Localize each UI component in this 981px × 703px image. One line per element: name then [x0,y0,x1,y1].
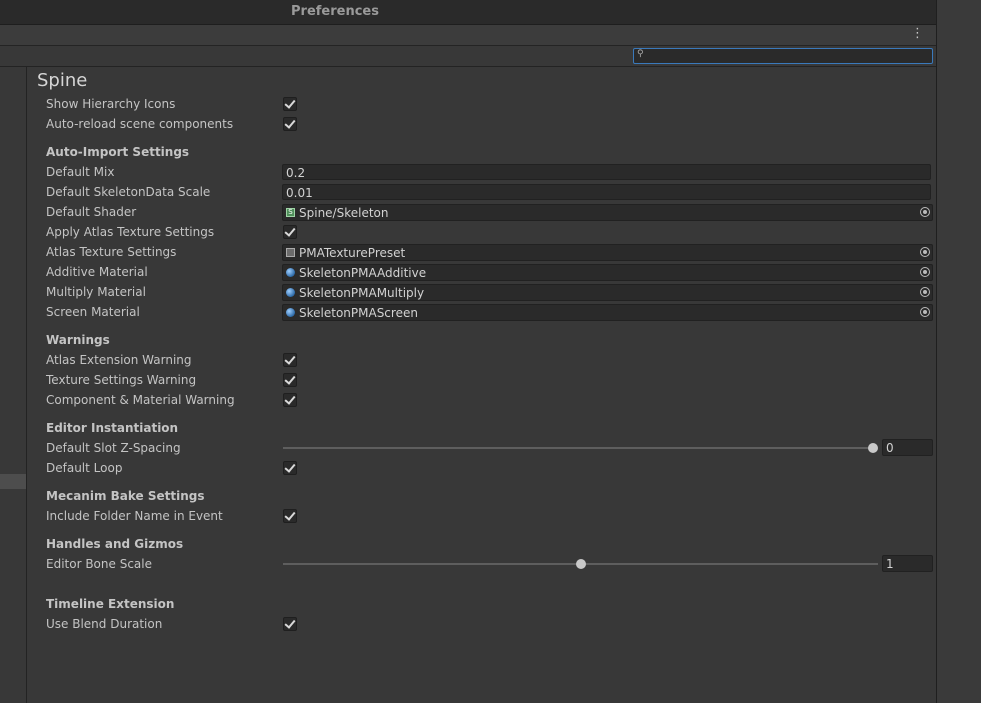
section-handles-gizmos: Handles and Gizmos [46,537,184,551]
screen-material-label: Screen Material [46,305,140,319]
texture-settings-warning-label: Texture Settings Warning [46,373,197,387]
slot-z-spacing-field[interactable]: 0 [882,439,933,456]
additive-material-label: Additive Material [46,265,148,279]
object-picker-icon[interactable] [920,307,930,317]
material-icon [286,268,295,277]
atlas-extension-warning-label: Atlas Extension Warning [46,353,192,367]
preferences-window: Preferences ⋮ ⚲ Spine Show Hierarchy Ico… [0,0,937,703]
toolbar: ⋮ [0,25,936,46]
section-editor-instantiation: Editor Instantiation [46,421,179,435]
apply-atlas-checkbox[interactable] [283,225,297,239]
title-bar: Preferences [0,0,936,25]
auto-reload-label: Auto-reload scene components [46,117,234,131]
slot-z-spacing-slider-thumb[interactable] [868,443,878,453]
show-hierarchy-icons-label: Show Hierarchy Icons [46,97,176,111]
screen-material-value: SkeletonPMAScreen [299,306,418,320]
show-hierarchy-icons-checkbox[interactable] [283,97,297,111]
material-icon [286,288,295,297]
multiply-material-field[interactable]: SkeletonPMAMultiply [282,284,933,301]
default-shader-field[interactable]: S Spine/Skeleton [282,204,933,221]
atlas-extension-warning-checkbox[interactable] [283,353,297,367]
search-bar: ⚲ [0,46,936,67]
auto-reload-checkbox[interactable] [283,117,297,131]
atlas-texture-field[interactable]: PMATexturePreset [282,244,933,261]
default-mix-label: Default Mix [46,165,115,179]
section-mecanim-bake: Mecanim Bake Settings [46,489,205,503]
default-shader-value: Spine/Skeleton [299,206,389,220]
default-loop-label: Default Loop [46,461,123,475]
object-picker-icon[interactable] [920,267,930,277]
search-input[interactable] [647,49,927,63]
default-scale-field[interactable]: 0.01 [282,184,931,200]
include-folder-name-label: Include Folder Name in Event [46,509,223,523]
object-picker-icon[interactable] [920,247,930,257]
slot-z-spacing-slider[interactable] [283,447,873,449]
texture-settings-warning-checkbox[interactable] [283,373,297,387]
preset-icon [286,248,295,257]
section-warnings: Warnings [46,333,110,347]
additive-material-field[interactable]: SkeletonPMAAdditive [282,264,933,281]
category-item-selected[interactable] [0,474,26,489]
editor-bone-scale-slider-thumb[interactable] [575,559,586,569]
component-material-warning-label: Component & Material Warning [46,393,235,407]
include-folder-name-checkbox[interactable] [283,509,297,523]
default-shader-label: Default Shader [46,205,137,219]
editor-bone-scale-field[interactable]: 1 [882,555,933,572]
settings-panel: Spine Show Hierarchy Icons Auto-reload s… [27,67,936,703]
shader-icon: S [286,208,295,217]
default-mix-field[interactable]: 0.2 [282,164,931,180]
multiply-material-label: Multiply Material [46,285,146,299]
editor-bone-scale-label: Editor Bone Scale [46,557,152,571]
category-list [0,67,27,703]
search-field[interactable]: ⚲ [633,48,933,64]
screen-material-field[interactable]: SkeletonPMAScreen [282,304,933,321]
default-scale-label: Default SkeletonData Scale [46,185,211,199]
slot-z-spacing-label: Default Slot Z-Spacing [46,441,181,455]
additive-material-value: SkeletonPMAAdditive [299,266,427,280]
window-title: Preferences [291,4,379,19]
material-icon [286,308,295,317]
use-blend-duration-label: Use Blend Duration [46,617,163,631]
apply-atlas-label: Apply Atlas Texture Settings [46,225,215,239]
page-title: Spine [37,70,88,91]
object-picker-icon[interactable] [920,207,930,217]
multiply-material-value: SkeletonPMAMultiply [299,286,425,300]
section-auto-import: Auto-Import Settings [46,145,190,159]
search-icon: ⚲ [637,49,644,59]
object-picker-icon[interactable] [920,287,930,297]
atlas-texture-label: Atlas Texture Settings [46,245,177,259]
component-material-warning-checkbox[interactable] [283,393,297,407]
atlas-texture-value: PMATexturePreset [299,246,406,260]
use-blend-duration-checkbox[interactable] [283,617,297,631]
more-options-icon[interactable]: ⋮ [911,27,924,41]
default-loop-checkbox[interactable] [283,461,297,475]
background-area [937,0,981,703]
section-timeline-extension: Timeline Extension [46,597,175,611]
